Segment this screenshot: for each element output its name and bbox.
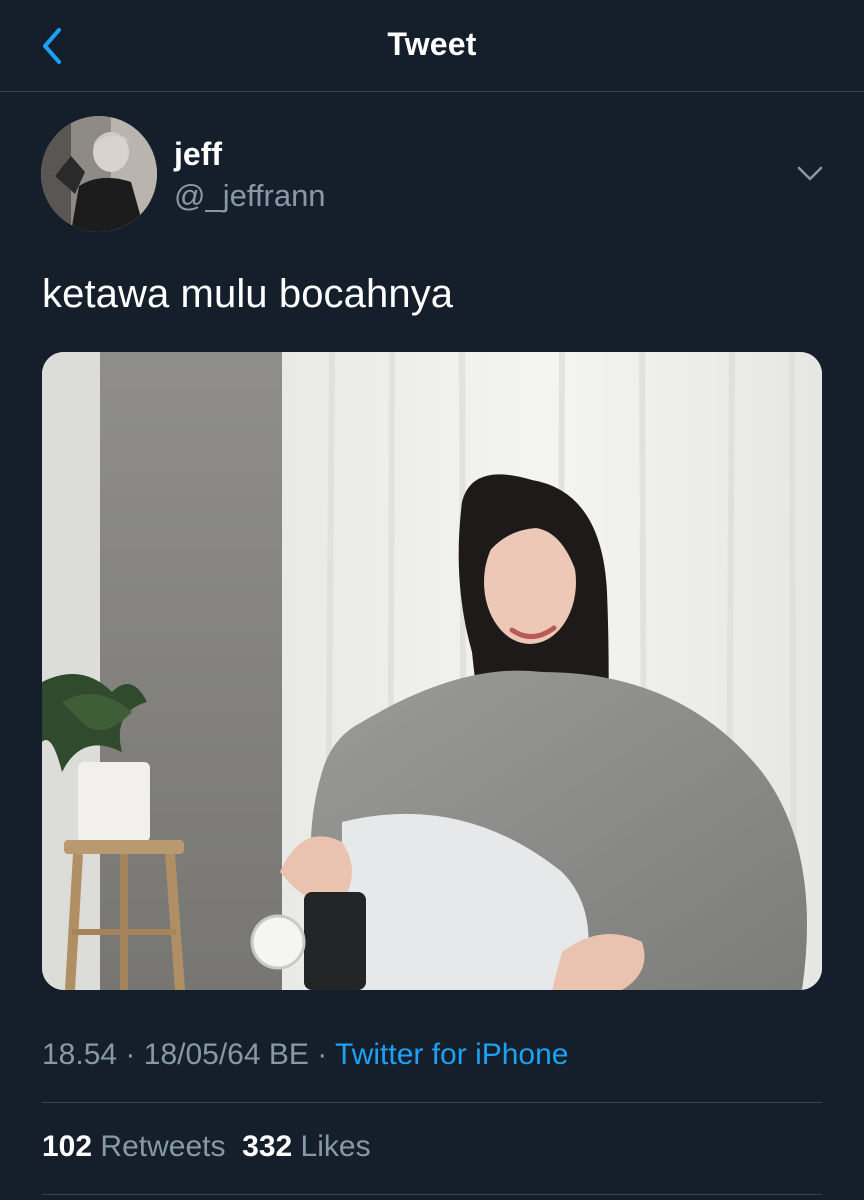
tweet-source-link[interactable]: Twitter for iPhone bbox=[335, 1038, 568, 1071]
meta-separator: · bbox=[125, 1038, 136, 1071]
author-handle[interactable]: @_jeffrann bbox=[174, 178, 326, 214]
likes-stat[interactable]: 332 Likes bbox=[242, 1130, 370, 1163]
divider bbox=[42, 1102, 822, 1103]
author-display-name[interactable]: jeff bbox=[174, 136, 222, 173]
avatar-image bbox=[41, 116, 157, 232]
page-title: Tweet bbox=[387, 26, 477, 62]
divider bbox=[42, 1194, 822, 1195]
retweets-stat[interactable]: 102 Retweets bbox=[42, 1130, 225, 1163]
navigation-header: Tweet bbox=[0, 0, 864, 92]
retweets-label: Retweets bbox=[100, 1130, 226, 1163]
meta-separator: · bbox=[317, 1038, 328, 1071]
tweet-date: 18/05/64 BE bbox=[143, 1038, 309, 1071]
likes-label: Likes bbox=[300, 1130, 371, 1163]
likes-count: 332 bbox=[242, 1130, 293, 1163]
retweets-count: 102 bbox=[42, 1130, 93, 1163]
tweet-time: 18.54 bbox=[42, 1038, 118, 1071]
tweet-detail-screen: Tweet jeff @_jeffrann ketawa mulu bocahn… bbox=[0, 0, 864, 1200]
avatar[interactable] bbox=[41, 116, 157, 232]
tweet-photo[interactable] bbox=[42, 352, 822, 990]
photo-image bbox=[42, 352, 822, 990]
more-options-button[interactable] bbox=[786, 154, 834, 194]
tweet-text: ketawa mulu bocahnya bbox=[42, 272, 454, 316]
chevron-down-icon bbox=[797, 166, 823, 181]
tweet-stats: 102 Retweets 332 Likes bbox=[42, 1130, 371, 1164]
tweet-meta: 18.54 · 18/05/64 BE · Twitter for iPhone bbox=[42, 1038, 568, 1072]
